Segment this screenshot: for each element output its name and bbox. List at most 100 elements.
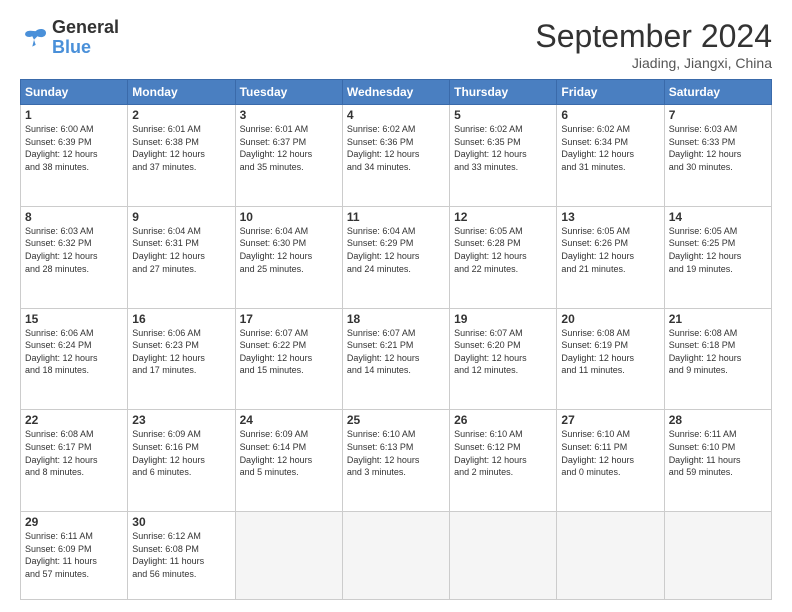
col-friday: Friday <box>557 80 664 105</box>
table-row: 3Sunrise: 6:01 AMSunset: 6:37 PMDaylight… <box>235 105 342 207</box>
table-row: 30Sunrise: 6:12 AMSunset: 6:08 PMDayligh… <box>128 512 235 600</box>
table-row: 5Sunrise: 6:02 AMSunset: 6:35 PMDaylight… <box>450 105 557 207</box>
table-row: 17Sunrise: 6:07 AMSunset: 6:22 PMDayligh… <box>235 308 342 410</box>
month-title: September 2024 <box>535 18 772 55</box>
day-number: 12 <box>454 210 552 224</box>
day-number: 21 <box>669 312 767 326</box>
col-sunday: Sunday <box>21 80 128 105</box>
logo-text: General Blue <box>52 18 119 58</box>
day-number: 25 <box>347 413 445 427</box>
cell-text: Sunrise: 6:05 AMSunset: 6:26 PMDaylight:… <box>561 225 659 275</box>
day-number: 5 <box>454 108 552 122</box>
table-row: 16Sunrise: 6:06 AMSunset: 6:23 PMDayligh… <box>128 308 235 410</box>
cell-text: Sunrise: 6:00 AMSunset: 6:39 PMDaylight:… <box>25 123 123 173</box>
col-monday: Monday <box>128 80 235 105</box>
cell-text: Sunrise: 6:02 AMSunset: 6:36 PMDaylight:… <box>347 123 445 173</box>
day-number: 3 <box>240 108 338 122</box>
calendar-week-row: 1Sunrise: 6:00 AMSunset: 6:39 PMDaylight… <box>21 105 772 207</box>
table-row: 23Sunrise: 6:09 AMSunset: 6:16 PMDayligh… <box>128 410 235 512</box>
cell-text: Sunrise: 6:03 AMSunset: 6:32 PMDaylight:… <box>25 225 123 275</box>
day-number: 10 <box>240 210 338 224</box>
cell-text: Sunrise: 6:11 AMSunset: 6:10 PMDaylight:… <box>669 428 767 478</box>
cell-text: Sunrise: 6:06 AMSunset: 6:24 PMDaylight:… <box>25 327 123 377</box>
cell-text: Sunrise: 6:01 AMSunset: 6:37 PMDaylight:… <box>240 123 338 173</box>
day-number: 8 <box>25 210 123 224</box>
day-number: 29 <box>25 515 123 529</box>
cell-text: Sunrise: 6:09 AMSunset: 6:14 PMDaylight:… <box>240 428 338 478</box>
table-row: 18Sunrise: 6:07 AMSunset: 6:21 PMDayligh… <box>342 308 449 410</box>
table-row: 4Sunrise: 6:02 AMSunset: 6:36 PMDaylight… <box>342 105 449 207</box>
cell-text: Sunrise: 6:10 AMSunset: 6:12 PMDaylight:… <box>454 428 552 478</box>
day-number: 24 <box>240 413 338 427</box>
table-row: 19Sunrise: 6:07 AMSunset: 6:20 PMDayligh… <box>450 308 557 410</box>
col-thursday: Thursday <box>450 80 557 105</box>
table-row: 28Sunrise: 6:11 AMSunset: 6:10 PMDayligh… <box>664 410 771 512</box>
cell-text: Sunrise: 6:10 AMSunset: 6:13 PMDaylight:… <box>347 428 445 478</box>
day-number: 2 <box>132 108 230 122</box>
table-row: 10Sunrise: 6:04 AMSunset: 6:30 PMDayligh… <box>235 206 342 308</box>
day-number: 18 <box>347 312 445 326</box>
day-number: 17 <box>240 312 338 326</box>
day-number: 16 <box>132 312 230 326</box>
day-number: 11 <box>347 210 445 224</box>
calendar-week-row: 29Sunrise: 6:11 AMSunset: 6:09 PMDayligh… <box>21 512 772 600</box>
table-row <box>235 512 342 600</box>
day-number: 15 <box>25 312 123 326</box>
calendar-header-row: Sunday Monday Tuesday Wednesday Thursday… <box>21 80 772 105</box>
cell-text: Sunrise: 6:02 AMSunset: 6:34 PMDaylight:… <box>561 123 659 173</box>
table-row <box>557 512 664 600</box>
day-number: 22 <box>25 413 123 427</box>
day-number: 9 <box>132 210 230 224</box>
day-number: 20 <box>561 312 659 326</box>
day-number: 14 <box>669 210 767 224</box>
table-row <box>664 512 771 600</box>
day-number: 23 <box>132 413 230 427</box>
day-number: 4 <box>347 108 445 122</box>
table-row: 6Sunrise: 6:02 AMSunset: 6:34 PMDaylight… <box>557 105 664 207</box>
table-row: 22Sunrise: 6:08 AMSunset: 6:17 PMDayligh… <box>21 410 128 512</box>
cell-text: Sunrise: 6:01 AMSunset: 6:38 PMDaylight:… <box>132 123 230 173</box>
cell-text: Sunrise: 6:05 AMSunset: 6:28 PMDaylight:… <box>454 225 552 275</box>
table-row: 26Sunrise: 6:10 AMSunset: 6:12 PMDayligh… <box>450 410 557 512</box>
table-row: 24Sunrise: 6:09 AMSunset: 6:14 PMDayligh… <box>235 410 342 512</box>
page: General Blue September 2024 Jiading, Jia… <box>0 0 792 612</box>
cell-text: Sunrise: 6:08 AMSunset: 6:17 PMDaylight:… <box>25 428 123 478</box>
table-row: 11Sunrise: 6:04 AMSunset: 6:29 PMDayligh… <box>342 206 449 308</box>
day-number: 26 <box>454 413 552 427</box>
calendar-table: Sunday Monday Tuesday Wednesday Thursday… <box>20 79 772 600</box>
table-row: 7Sunrise: 6:03 AMSunset: 6:33 PMDaylight… <box>664 105 771 207</box>
day-number: 13 <box>561 210 659 224</box>
table-row: 29Sunrise: 6:11 AMSunset: 6:09 PMDayligh… <box>21 512 128 600</box>
location-subtitle: Jiading, Jiangxi, China <box>535 55 772 71</box>
day-number: 19 <box>454 312 552 326</box>
col-tuesday: Tuesday <box>235 80 342 105</box>
cell-text: Sunrise: 6:12 AMSunset: 6:08 PMDaylight:… <box>132 530 230 580</box>
day-number: 7 <box>669 108 767 122</box>
cell-text: Sunrise: 6:06 AMSunset: 6:23 PMDaylight:… <box>132 327 230 377</box>
cell-text: Sunrise: 6:08 AMSunset: 6:18 PMDaylight:… <box>669 327 767 377</box>
calendar-week-row: 22Sunrise: 6:08 AMSunset: 6:17 PMDayligh… <box>21 410 772 512</box>
table-row: 15Sunrise: 6:06 AMSunset: 6:24 PMDayligh… <box>21 308 128 410</box>
table-row: 12Sunrise: 6:05 AMSunset: 6:28 PMDayligh… <box>450 206 557 308</box>
cell-text: Sunrise: 6:02 AMSunset: 6:35 PMDaylight:… <box>454 123 552 173</box>
calendar-week-row: 8Sunrise: 6:03 AMSunset: 6:32 PMDaylight… <box>21 206 772 308</box>
cell-text: Sunrise: 6:09 AMSunset: 6:16 PMDaylight:… <box>132 428 230 478</box>
cell-text: Sunrise: 6:07 AMSunset: 6:20 PMDaylight:… <box>454 327 552 377</box>
table-row: 14Sunrise: 6:05 AMSunset: 6:25 PMDayligh… <box>664 206 771 308</box>
calendar-week-row: 15Sunrise: 6:06 AMSunset: 6:24 PMDayligh… <box>21 308 772 410</box>
day-number: 1 <box>25 108 123 122</box>
day-number: 30 <box>132 515 230 529</box>
cell-text: Sunrise: 6:04 AMSunset: 6:30 PMDaylight:… <box>240 225 338 275</box>
table-row: 1Sunrise: 6:00 AMSunset: 6:39 PMDaylight… <box>21 105 128 207</box>
table-row: 21Sunrise: 6:08 AMSunset: 6:18 PMDayligh… <box>664 308 771 410</box>
day-number: 6 <box>561 108 659 122</box>
table-row: 8Sunrise: 6:03 AMSunset: 6:32 PMDaylight… <box>21 206 128 308</box>
cell-text: Sunrise: 6:04 AMSunset: 6:31 PMDaylight:… <box>132 225 230 275</box>
cell-text: Sunrise: 6:04 AMSunset: 6:29 PMDaylight:… <box>347 225 445 275</box>
header: General Blue September 2024 Jiading, Jia… <box>20 18 772 71</box>
logo-bird-icon <box>20 26 48 50</box>
table-row: 13Sunrise: 6:05 AMSunset: 6:26 PMDayligh… <box>557 206 664 308</box>
table-row: 9Sunrise: 6:04 AMSunset: 6:31 PMDaylight… <box>128 206 235 308</box>
table-row: 27Sunrise: 6:10 AMSunset: 6:11 PMDayligh… <box>557 410 664 512</box>
col-saturday: Saturday <box>664 80 771 105</box>
